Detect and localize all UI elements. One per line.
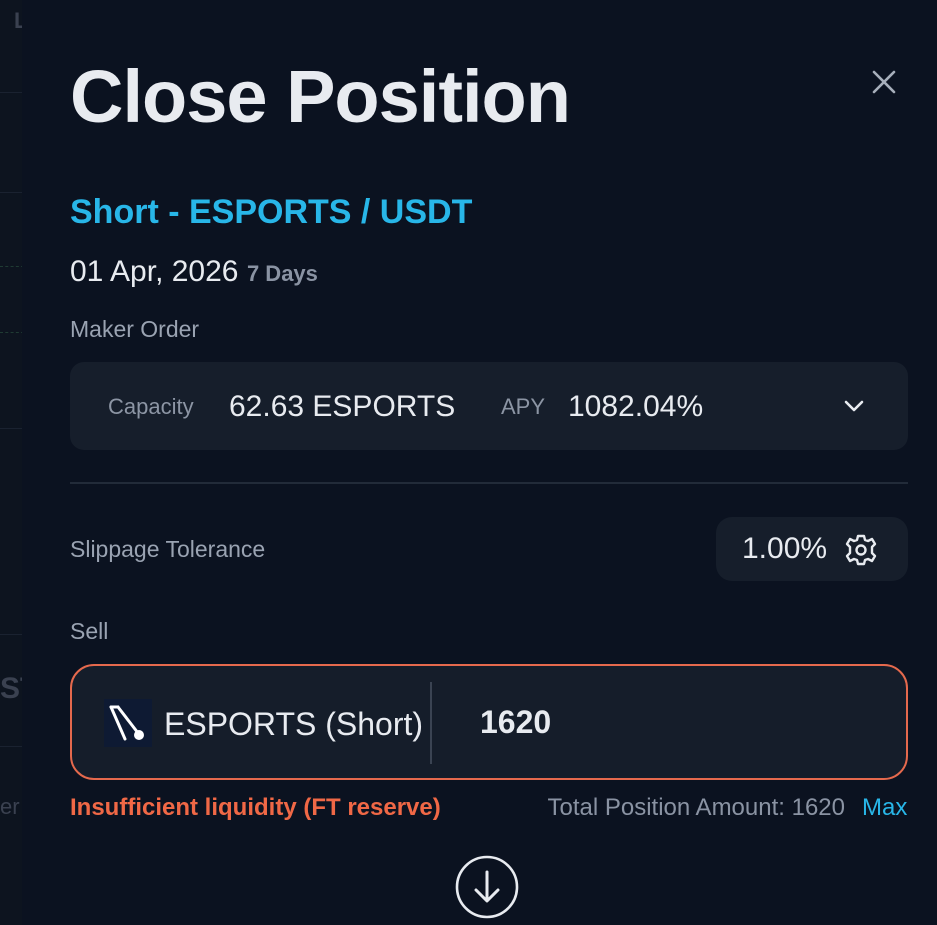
days-remaining: 7 Days (246, 261, 318, 286)
sell-amount-input[interactable] (454, 696, 900, 748)
sell-label: Sell (70, 618, 109, 644)
modal-title: Close Position (70, 55, 571, 138)
maker-order-card[interactable]: Capacity 62.63 ESPORTS APY 1082.04% (70, 362, 908, 450)
chevron-down-icon[interactable] (840, 394, 868, 418)
order-type-label: Maker Order (70, 316, 200, 342)
arrow-down-circle-icon[interactable] (454, 854, 520, 920)
total-position-amount: Total Position Amount: 1620 (547, 794, 845, 821)
sell-input-box: ESPORTS (Short) (70, 664, 908, 780)
capacity-value: 62.63 ESPORTS (229, 390, 456, 423)
token-selector[interactable]: ESPORTS (Short) (164, 704, 423, 744)
section-divider (70, 482, 908, 484)
error-message: Insufficient liquidity (FT reserve) (70, 794, 441, 821)
background-text-fragment: er (0, 794, 20, 819)
close-icon (872, 70, 896, 94)
maturity-row: 01 Apr, 2026 7 Days (70, 252, 318, 297)
close-position-modal: Close Position Short - ESPORTS / USDT 01… (22, 0, 937, 925)
gear-icon (845, 534, 877, 566)
slippage-label: Slippage Tolerance (70, 536, 266, 562)
slippage-value: 1.00% (742, 532, 828, 565)
apy-value: 1082.04% (568, 390, 704, 423)
capacity-label: Capacity (108, 394, 194, 419)
slippage-setting-button[interactable]: 1.00% (716, 517, 908, 581)
position-pair: Short - ESPORTS / USDT (70, 193, 473, 231)
apy-label: APY (501, 394, 546, 419)
maturity-date: 01 Apr, 2026 (70, 255, 239, 288)
close-button[interactable] (866, 64, 902, 100)
max-button[interactable]: Max (862, 792, 907, 824)
input-separator (430, 682, 432, 764)
esports-token-icon (104, 699, 152, 747)
